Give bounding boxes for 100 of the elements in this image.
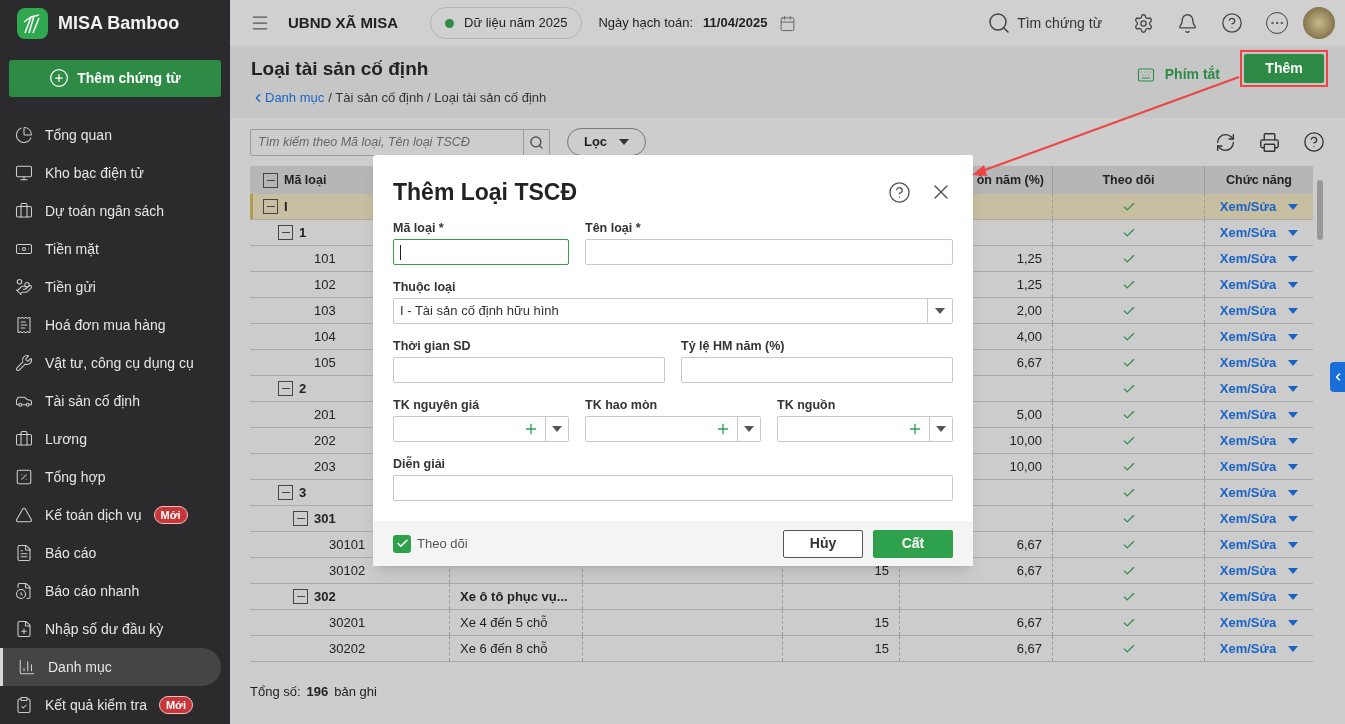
collapse-icon[interactable] — [293, 511, 308, 526]
new-voucher-button[interactable]: Thêm chứng từ — [9, 59, 221, 97]
collapse-icon[interactable] — [278, 225, 293, 240]
sidebar-item[interactable]: Tài sản cố định — [0, 382, 221, 420]
table-row[interactable]: 302 Xe ô tô phục vụ... Xem/Sửa — [250, 584, 1313, 610]
sidebar-label: Tài sản cố định — [45, 391, 140, 411]
help-icon[interactable] — [1303, 131, 1325, 153]
input-field[interactable] — [585, 239, 953, 265]
refresh-icon[interactable] — [1215, 131, 1236, 153]
sidebar-item[interactable]: Báo cáo nhanh — [0, 572, 221, 610]
sidebar-item[interactable]: Tiền mặt — [0, 230, 221, 268]
sidebar-item[interactable]: Kết quả kiểm tra Mới — [0, 686, 221, 724]
help-icon[interactable] — [888, 180, 911, 204]
calendar-icon[interactable] — [779, 14, 797, 32]
sidebar-item[interactable]: Nhập số dư đầu kỳ — [0, 610, 221, 648]
collapse-icon[interactable] — [293, 589, 308, 604]
select-field[interactable]: I - Tài sản cố định hữu hình — [393, 298, 953, 324]
view-edit-link[interactable]: Xem/Sửa — [1219, 456, 1277, 477]
view-edit-link[interactable]: Xem/Sửa — [1219, 534, 1277, 555]
sidebar-label: Hoá đơn mua hàng — [45, 315, 166, 335]
sidebar-item[interactable]: Báo cáo — [0, 534, 221, 572]
sidebar-item[interactable]: Tổng quan — [0, 116, 221, 154]
sidebar-label: Tiền gửi — [45, 277, 96, 297]
view-edit-link[interactable]: Xem/Sửa — [1219, 248, 1277, 269]
view-edit-link[interactable]: Xem/Sửa — [1219, 560, 1277, 581]
input-field[interactable] — [393, 239, 569, 265]
document-plus-icon — [15, 620, 33, 638]
combo-field[interactable] — [777, 416, 953, 442]
view-edit-link[interactable]: Xem/Sửa — [1219, 508, 1277, 529]
pie-chart-icon — [15, 126, 33, 144]
code-cell-text: 104 — [314, 327, 336, 346]
view-edit-link[interactable]: Xem/Sửa — [1219, 222, 1277, 243]
search-icon[interactable] — [987, 11, 1012, 35]
sidebar-item[interactable]: Hoá đơn mua hàng — [0, 306, 221, 344]
caret-icon — [1288, 385, 1299, 392]
rate-cell-text: 1,25 — [1016, 249, 1042, 268]
sidebar-item[interactable]: Dự toán ngân sách — [0, 192, 221, 230]
sidebar-item[interactable]: Danh mục — [0, 648, 221, 686]
view-edit-link[interactable]: Xem/Sửa — [1219, 482, 1277, 503]
column-header: Mã loại — [284, 171, 327, 189]
view-edit-link[interactable]: Xem/Sửa — [1219, 274, 1277, 295]
avatar[interactable] — [1303, 7, 1335, 39]
add-button[interactable]: Thêm — [1244, 54, 1324, 83]
caret-icon — [1288, 645, 1299, 652]
sidebar-item[interactable]: Lương — [0, 420, 221, 458]
panel-toggle-button[interactable] — [1330, 362, 1345, 392]
input-field[interactable] — [393, 475, 953, 501]
sidebar-label: Vật tư, công cụ dụng cụ — [45, 353, 194, 373]
code-cell-text: 301 — [314, 509, 336, 528]
search-field[interactable]: Tìm kiếm theo Mã loại, Tên loại TSCĐ — [250, 128, 550, 156]
sidebar-item[interactable]: Vật tư, công cụ dụng cụ — [0, 344, 221, 382]
sidebar-label: Tổng hợp — [45, 467, 106, 487]
view-edit-link[interactable]: Xem/Sửa — [1219, 378, 1277, 399]
collapse-icon[interactable] — [278, 381, 293, 396]
checkbox-label: Theo dõi — [417, 534, 468, 553]
search-icon[interactable] — [529, 134, 544, 150]
rate-cell-text: 6,67 — [1016, 613, 1042, 632]
sidebar-label: Lương — [45, 429, 87, 449]
table-row[interactable]: 30201 Xe 4 đến 5 chỗ 15 6,67 Xem/Sửa — [250, 610, 1313, 636]
view-edit-link[interactable]: Xem/Sửa — [1219, 404, 1277, 425]
view-edit-link[interactable]: Xem/Sửa — [1219, 612, 1277, 633]
input-field[interactable] — [681, 357, 953, 383]
sidebar-item[interactable]: Tiền gửi — [0, 268, 221, 306]
view-edit-link[interactable]: Xem/Sửa — [1219, 326, 1277, 347]
total-count: 196 — [306, 683, 329, 701]
bell-icon[interactable] — [1177, 12, 1198, 34]
help-icon[interactable] — [1221, 12, 1243, 34]
view-edit-link[interactable]: Xem/Sửa — [1219, 638, 1277, 659]
caret-icon — [1288, 541, 1299, 548]
field-label: Tên loại * — [585, 220, 642, 235]
code-cell-text: 30202 — [329, 639, 366, 658]
rate-cell-text: 10,00 — [1009, 457, 1042, 476]
cancel-button[interactable]: Hủy — [783, 529, 863, 558]
settings-icon[interactable] — [1133, 12, 1154, 34]
sidebar-item[interactable]: Kế toán dịch vụ Mới — [0, 496, 221, 534]
checkbox[interactable] — [393, 534, 411, 553]
rate-cell-text: 6,67 — [1016, 535, 1042, 554]
combo-field[interactable] — [585, 416, 761, 442]
breadcrumb-link[interactable]: Danh mục — [251, 88, 325, 108]
view-edit-link[interactable]: Xem/Sửa — [1219, 300, 1277, 321]
code-cell-text: 1 — [299, 223, 307, 242]
print-icon[interactable] — [1259, 131, 1280, 153]
collapse-all-icon[interactable] — [263, 172, 278, 188]
view-edit-link[interactable]: Xem/Sửa — [1219, 430, 1277, 451]
collapse-icon[interactable] — [278, 485, 293, 500]
sidebar-item[interactable]: Tổng hợp — [0, 458, 221, 496]
view-edit-link[interactable]: Xem/Sửa — [1219, 586, 1277, 607]
sidebar-label: Kết quả kiểm tra — [45, 695, 147, 715]
combo-field[interactable] — [393, 416, 569, 442]
table-row[interactable]: 30202 Xe 6 đến 8 chỗ 15 6,67 Xem/Sửa — [250, 636, 1313, 662]
table-cell-text: 15 — [874, 639, 889, 658]
bar-chart-icon — [18, 658, 36, 676]
sidebar-item[interactable]: Kho bạc điện tử — [0, 154, 221, 192]
table-cell-text: 15 — [874, 613, 889, 632]
collapse-icon[interactable] — [263, 199, 278, 214]
caret-icon — [1288, 567, 1299, 574]
input-field[interactable] — [393, 357, 665, 383]
caret-icon — [936, 426, 946, 432]
search-documents-link[interactable]: Tìm chứng từ — [1017, 12, 1102, 34]
view-edit-link[interactable]: Xem/Sửa — [1219, 352, 1277, 373]
